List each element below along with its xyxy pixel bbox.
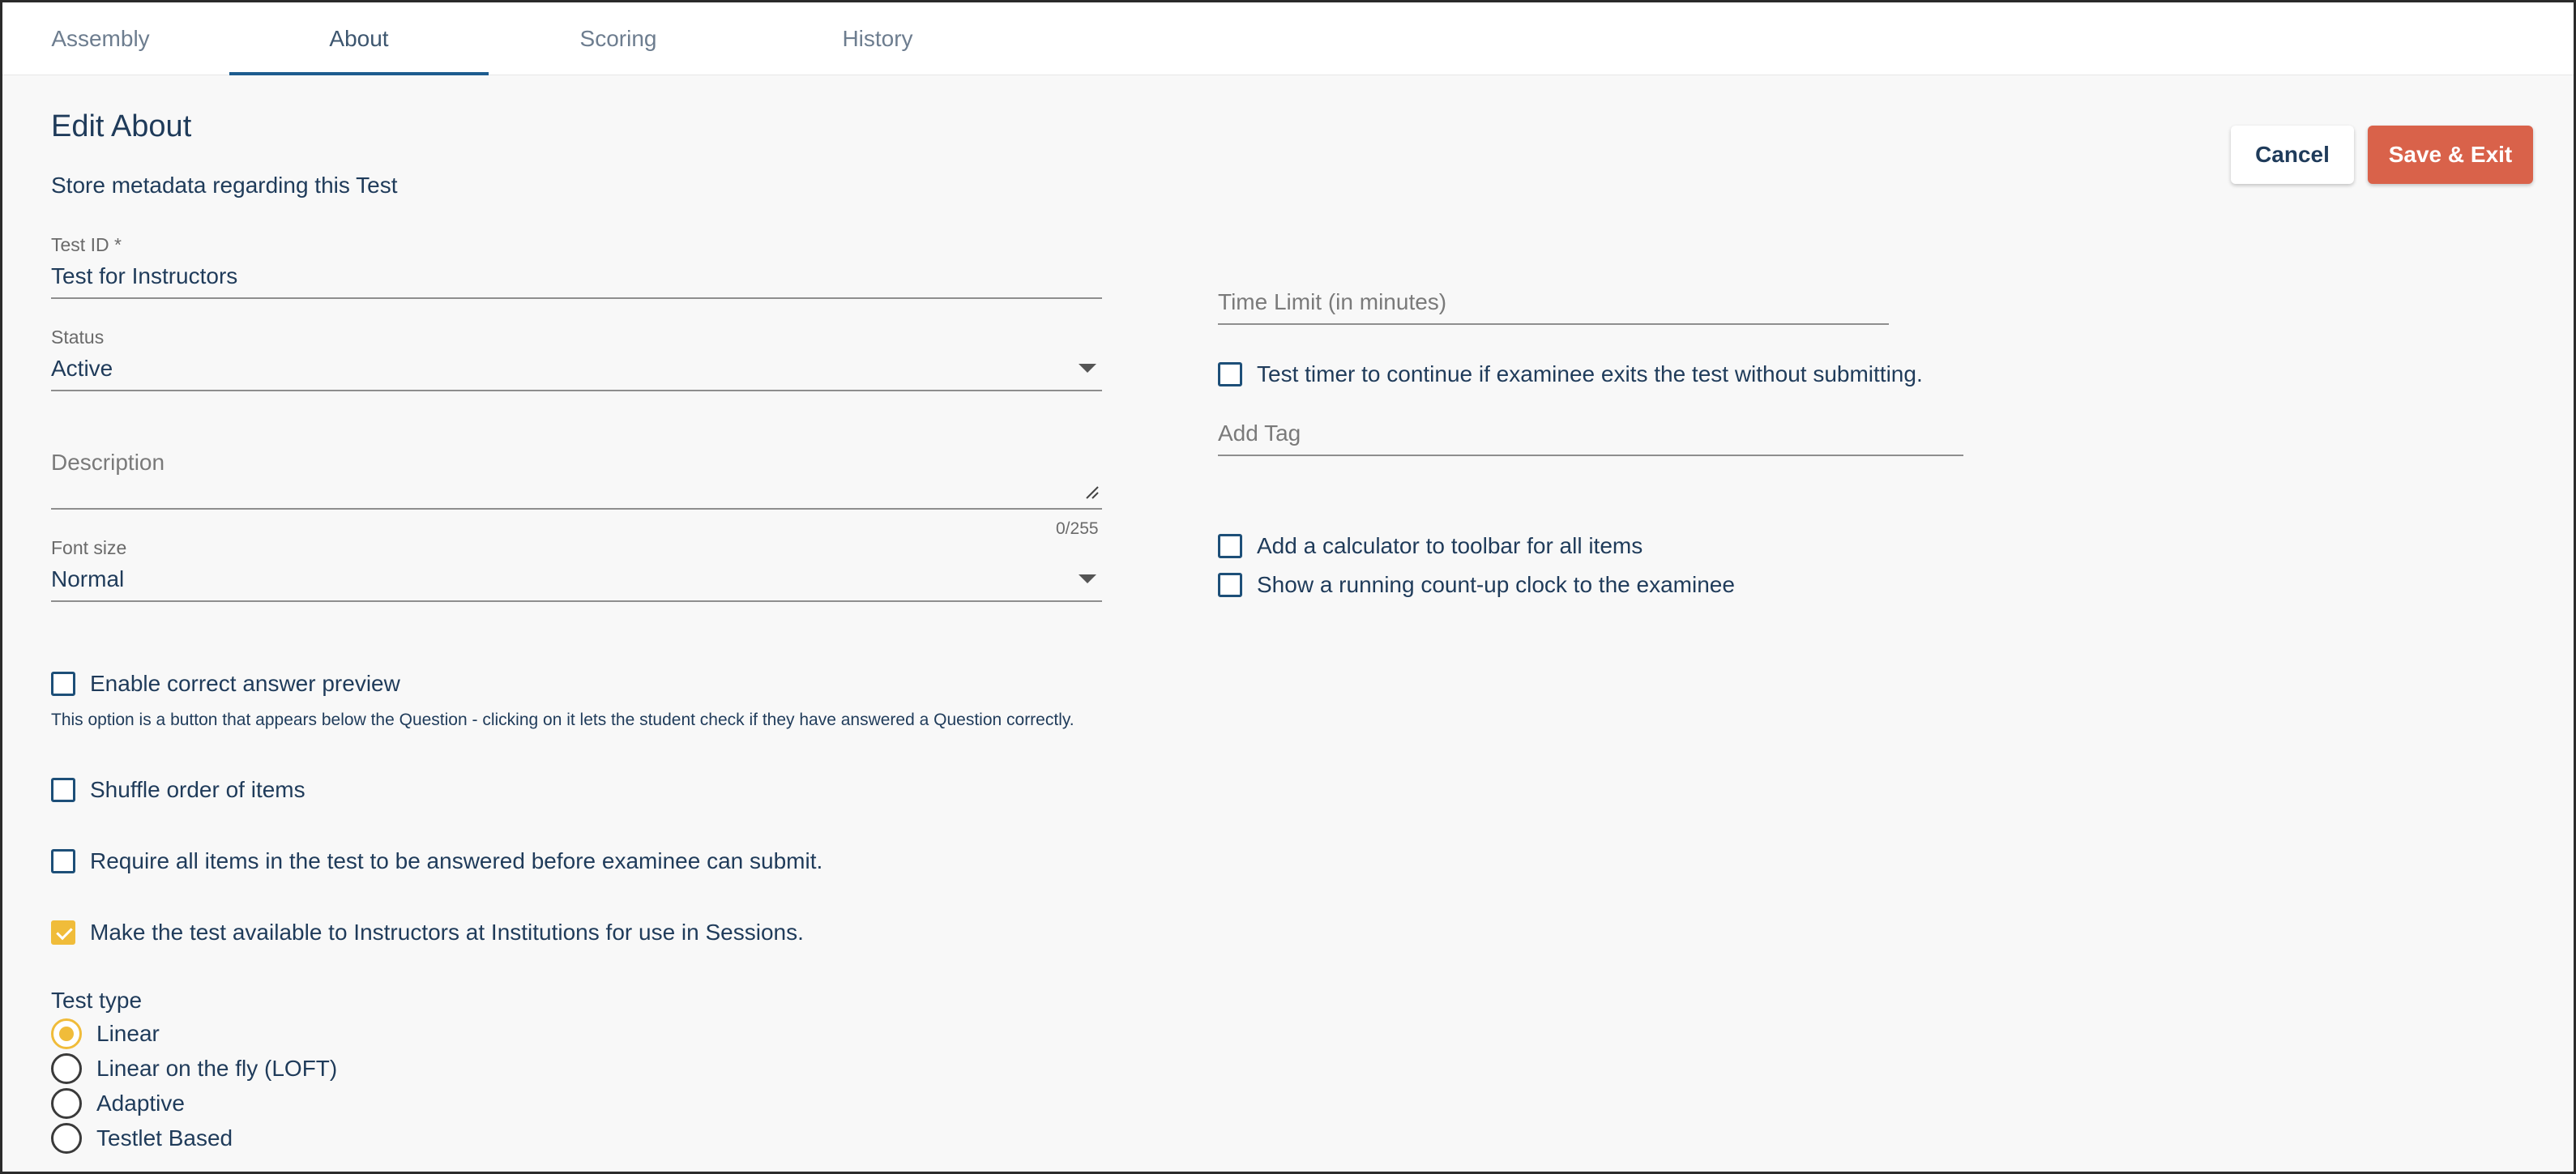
shuffle-checkbox[interactable]: Shuffle order of items bbox=[51, 777, 305, 803]
calculator-checkbox[interactable]: Add a calculator to toolbar for all item… bbox=[1218, 533, 1643, 559]
radio-adaptive-label: Adaptive bbox=[96, 1091, 185, 1116]
test-id-field[interactable]: Test for Instructors bbox=[51, 263, 237, 289]
radio-testlet-label: Testlet Based bbox=[96, 1125, 233, 1151]
test-type-label: Test type bbox=[51, 988, 143, 1013]
calculator-label: Add a calculator to toolbar for all item… bbox=[1257, 533, 1643, 558]
shuffle-checkbox-box[interactable] bbox=[51, 778, 75, 802]
font-size-label: Font size bbox=[51, 537, 127, 558]
description-counter: 0/255 bbox=[1056, 519, 1099, 538]
count-up-clock-checkbox[interactable]: Show a running count-up clock to the exa… bbox=[1218, 572, 1735, 598]
status-underline bbox=[51, 390, 1102, 391]
description-field[interactable]: Description bbox=[51, 450, 164, 476]
add-tag-underline bbox=[1218, 455, 1963, 456]
test-id-underline bbox=[51, 297, 1102, 299]
tab-scoring[interactable]: Scoring bbox=[489, 2, 748, 75]
cancel-button[interactable]: Cancel bbox=[2231, 126, 2354, 184]
tab-about-label: About bbox=[329, 26, 389, 51]
font-size-select[interactable]: Normal bbox=[51, 566, 124, 592]
test-id-label: Test ID * bbox=[51, 234, 122, 255]
radio-testlet[interactable]: Testlet Based bbox=[51, 1123, 233, 1154]
require-all-checkbox-box[interactable] bbox=[51, 849, 75, 873]
available-instructors-label: Make the test available to Instructors a… bbox=[90, 920, 804, 945]
add-tag-field[interactable]: Add Tag bbox=[1218, 421, 1301, 446]
tab-assembly-label: Assembly bbox=[51, 26, 150, 51]
status-dropdown-icon[interactable] bbox=[1079, 364, 1096, 373]
radio-adaptive-button[interactable] bbox=[51, 1088, 82, 1119]
count-up-clock-checkbox-box[interactable] bbox=[1218, 573, 1242, 597]
answer-preview-helper-text: This option is a button that appears bel… bbox=[51, 711, 1074, 729]
radio-linear[interactable]: Linear bbox=[51, 1018, 160, 1049]
timer-continue-checkbox-box[interactable] bbox=[1218, 362, 1242, 386]
tab-history-label: History bbox=[842, 26, 913, 51]
app-frame: Assembly About Scoring History Edit Abou… bbox=[0, 0, 2576, 1174]
answer-preview-label: Enable correct answer preview bbox=[90, 671, 400, 696]
page-title: Edit About bbox=[51, 109, 192, 143]
radio-adaptive[interactable]: Adaptive bbox=[51, 1088, 185, 1119]
require-all-label: Require all items in the test to be answ… bbox=[90, 848, 823, 873]
require-all-checkbox[interactable]: Require all items in the test to be answ… bbox=[51, 848, 822, 874]
available-instructors-checkbox-box[interactable] bbox=[51, 920, 75, 945]
time-limit-underline bbox=[1218, 323, 1889, 325]
shuffle-label: Shuffle order of items bbox=[90, 777, 305, 802]
calculator-checkbox-box[interactable] bbox=[1218, 534, 1242, 558]
radio-testlet-button[interactable] bbox=[51, 1123, 82, 1154]
active-tab-indicator bbox=[229, 72, 489, 75]
description-underline bbox=[51, 508, 1102, 510]
tab-about[interactable]: About bbox=[229, 2, 489, 75]
font-size-underline bbox=[51, 600, 1102, 602]
page-subtitle: Store metadata regarding this Test bbox=[51, 173, 398, 198]
radio-loft[interactable]: Linear on the fly (LOFT) bbox=[51, 1053, 337, 1084]
status-select[interactable]: Active bbox=[51, 356, 113, 382]
status-label: Status bbox=[51, 327, 105, 348]
tab-assembly[interactable]: Assembly bbox=[2, 2, 199, 75]
available-instructors-checkbox[interactable]: Make the test available to Instructors a… bbox=[51, 920, 804, 946]
timer-continue-checkbox[interactable]: Test timer to continue if examinee exits… bbox=[1218, 361, 1923, 387]
radio-loft-button[interactable] bbox=[51, 1053, 82, 1084]
tab-scoring-label: Scoring bbox=[579, 26, 657, 51]
radio-linear-button[interactable] bbox=[51, 1018, 82, 1049]
timer-continue-label: Test timer to continue if examinee exits… bbox=[1257, 361, 1923, 386]
font-size-dropdown-icon[interactable] bbox=[1079, 574, 1096, 583]
resize-handle-icon[interactable] bbox=[1085, 485, 1100, 500]
tab-bar: Assembly About Scoring History bbox=[2, 2, 2574, 75]
time-limit-field[interactable]: Time Limit (in minutes) bbox=[1218, 289, 1446, 315]
radio-loft-label: Linear on the fly (LOFT) bbox=[96, 1056, 338, 1081]
answer-preview-checkbox-box[interactable] bbox=[51, 672, 75, 696]
answer-preview-checkbox[interactable]: Enable correct answer preview bbox=[51, 671, 400, 697]
save-exit-button[interactable]: Save & Exit bbox=[2368, 126, 2533, 184]
count-up-clock-label: Show a running count-up clock to the exa… bbox=[1257, 572, 1735, 597]
tab-history[interactable]: History bbox=[748, 2, 1007, 75]
radio-linear-label: Linear bbox=[96, 1021, 160, 1046]
